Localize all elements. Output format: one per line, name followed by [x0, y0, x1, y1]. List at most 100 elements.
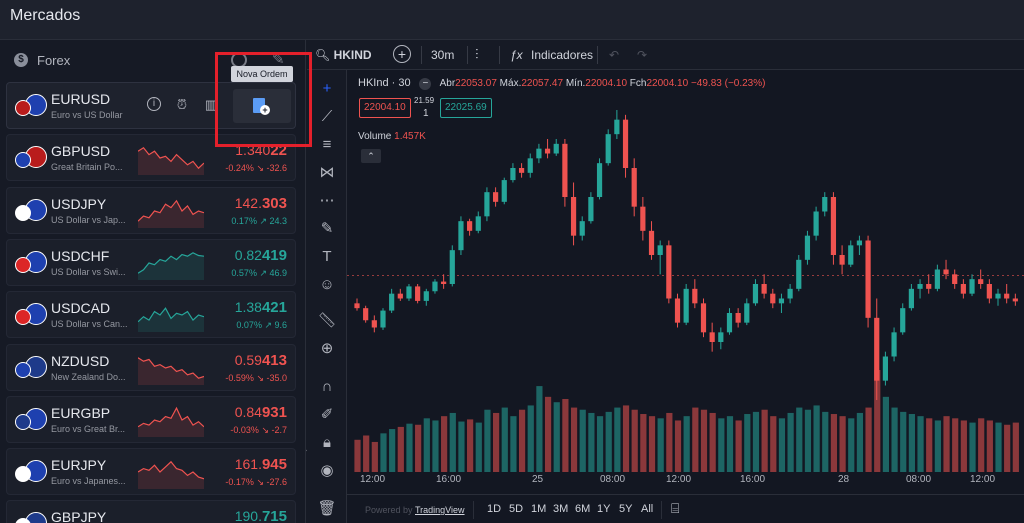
- redo-icon[interactable]: ↷: [637, 48, 647, 62]
- candle-body: [354, 303, 360, 309]
- interval-button[interactable]: 30m: [431, 48, 454, 62]
- volume-bar: [363, 435, 370, 472]
- brush-icon[interactable]: ✎: [315, 218, 339, 240]
- indicators-icon: ƒx: [510, 48, 523, 62]
- candle-body: [900, 308, 906, 333]
- add-symbol-icon[interactable]: +: [393, 45, 411, 63]
- range-1y[interactable]: 1Y: [597, 503, 610, 515]
- pair-card-nzdusd[interactable]: NZDUSD New Zealand Do... 0.59413 -0.59% ↘ -…: [6, 343, 296, 391]
- range-5d[interactable]: 5D: [509, 503, 523, 515]
- sparkline: [138, 252, 204, 280]
- volume-bar: [423, 418, 430, 472]
- volume-bar: [553, 402, 560, 472]
- candle-body: [484, 192, 490, 217]
- prediction-icon[interactable]: ⋯: [315, 190, 339, 212]
- sparkline: [138, 356, 204, 385]
- app-root: Mercados $ Forex ✎ EURUSD Euro vs US Doll…: [0, 0, 1024, 523]
- range-all[interactable]: All: [641, 503, 653, 515]
- volume-bar: [631, 409, 638, 472]
- volume-value: 1.457K: [394, 131, 426, 142]
- volume-bar: [778, 418, 786, 472]
- price-chart[interactable]: [347, 70, 1024, 523]
- pair-card-usdjpy[interactable]: USDJPY US Dollar vs Jap... 142.303 0.17% ↗ …: [6, 186, 296, 234]
- magnet-icon[interactable]: ∩: [315, 376, 339, 398]
- emoji-icon[interactable]: ☺: [315, 274, 339, 296]
- volume-bar: [501, 407, 508, 472]
- date-range-icon[interactable]: ⌸: [671, 500, 679, 517]
- volume-bar: [969, 422, 976, 472]
- divider: [473, 501, 474, 519]
- candle-body: [882, 356, 889, 381]
- pair-change: -0.17% ↘ -27.6: [225, 477, 287, 488]
- text-icon[interactable]: T: [315, 246, 339, 268]
- buy-button[interactable]: 22025.69: [440, 98, 492, 118]
- divider: [499, 46, 500, 64]
- pair-description: Euro vs Great Br...: [51, 423, 126, 434]
- top-bar: Mercados: [0, 0, 1024, 40]
- trash-icon[interactable]: 🗑︎: [315, 498, 339, 520]
- candle-body: [406, 286, 412, 299]
- pair-card-eurgbp[interactable]: EURGBP Euro vs Great Br... 0.84931 -0.03% ↘…: [6, 395, 296, 443]
- ruler-icon[interactable]: 📏︎: [315, 310, 339, 332]
- pair-symbol: EURUSD: [51, 91, 111, 107]
- undo-icon[interactable]: ↶: [609, 48, 619, 62]
- candle-body: [960, 284, 966, 294]
- pair-card-gbpjpy[interactable]: GBPJPY 190.715: [6, 500, 296, 523]
- price-main: 161.: [234, 456, 262, 473]
- price-big: 931: [261, 403, 287, 421]
- candle-body: [432, 281, 438, 292]
- divider: [421, 46, 422, 64]
- trendline-icon[interactable]: ⟋: [315, 106, 339, 128]
- candle-body: [813, 211, 819, 236]
- time-label: 16:00: [740, 474, 766, 485]
- volume-bar: [709, 412, 716, 472]
- info-icon[interactable]: i: [147, 97, 161, 111]
- minimize-legend-icon[interactable]: −: [419, 78, 432, 90]
- volume-bar: [614, 407, 621, 472]
- pair-card-eurjpy[interactable]: EURJPY Euro vs Japanes... 161.945 -0.17% ↘ …: [6, 448, 296, 496]
- range-6m[interactable]: 6M: [575, 503, 590, 515]
- base-flag-icon: [15, 204, 31, 221]
- range-1d[interactable]: 1D: [487, 503, 501, 515]
- range-1m[interactable]: 1M: [531, 503, 546, 515]
- lock-icon[interactable]: 🔒︎: [315, 432, 339, 454]
- volume-bar: [449, 412, 456, 472]
- price-main: 190.: [234, 508, 262, 523]
- range-3m[interactable]: 3M: [553, 503, 568, 515]
- currency-flag-icon: [15, 146, 49, 172]
- volume-bar: [596, 416, 604, 472]
- candle-body: [657, 245, 663, 255]
- forex-section-label: Forex: [37, 53, 71, 68]
- divider: [661, 501, 662, 519]
- candle-body: [778, 298, 785, 304]
- volume-bar: [908, 414, 915, 472]
- zoom-icon[interactable]: ⊕: [315, 338, 339, 360]
- volume-bar: [683, 416, 690, 472]
- crosshair-icon[interactable]: +: [315, 78, 339, 100]
- volume-bar: [389, 429, 396, 472]
- lock-drawing-icon[interactable]: ✐: [315, 404, 339, 426]
- indicators-button[interactable]: Indicadores: [531, 48, 593, 62]
- pair-symbol: EURJPY: [51, 457, 107, 474]
- symbol-search[interactable]: 🔍︎ HKIND: [315, 48, 372, 62]
- sell-button[interactable]: 22004.10: [359, 98, 411, 118]
- volume-bar: [432, 420, 439, 472]
- horizontal-lines-icon[interactable]: ≡: [315, 134, 339, 156]
- eye-icon[interactable]: ◉: [315, 460, 339, 482]
- pair-change: -0.03% ↘ -2.7: [230, 424, 287, 435]
- quantity-value[interactable]: 1: [423, 108, 429, 119]
- candle-type-icon[interactable]: ⫶: [475, 46, 479, 63]
- pair-card-usdcad[interactable]: USDCAD US Dollar vs Can... 1.38421 0.07% ↗ …: [6, 291, 296, 339]
- candle-body: [510, 168, 516, 181]
- open-value: 22053.07: [455, 78, 497, 89]
- candle-body: [449, 250, 455, 284]
- tradingview-link[interactable]: TradingView: [415, 505, 465, 515]
- collapse-legend-icon[interactable]: ⌃: [361, 149, 381, 163]
- range-5y[interactable]: 5Y: [619, 503, 632, 515]
- pair-card-usdchf[interactable]: USDCHF US Dollar vs Swi... 0.82419 0.57% ↗ …: [6, 238, 296, 286]
- sparkline: [138, 406, 204, 437]
- pattern-icon[interactable]: ⋈: [315, 162, 339, 184]
- volume-bar: [735, 420, 742, 472]
- alarm-icon[interactable]: ⏰︎: [174, 97, 190, 113]
- candle-body: [527, 158, 533, 173]
